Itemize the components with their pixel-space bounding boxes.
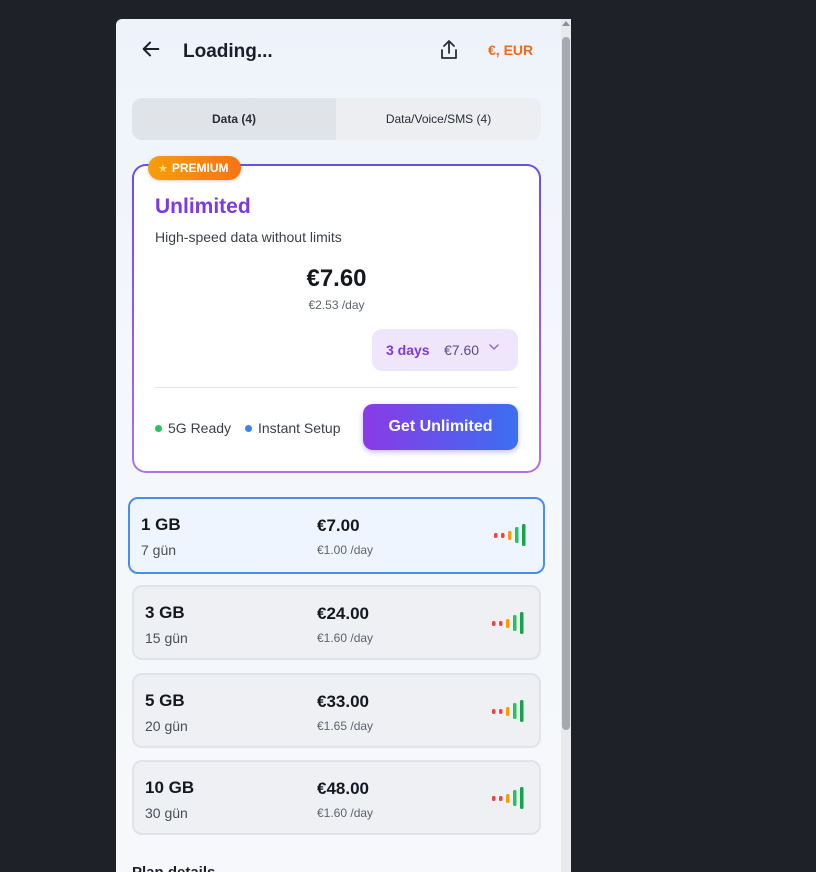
plan-type-tabs: Data (4) Data/Voice/SMS (4) — [132, 98, 541, 140]
plan-row[interactable]: 1 GB 7 gün €7.00 €1.00 /day — [128, 497, 545, 574]
green-dot-icon — [155, 425, 162, 432]
plan-per-day: €1.65 /day — [317, 719, 374, 733]
plan-duration: 7 gün — [141, 542, 177, 558]
plan-details-heading: Plan details — [132, 864, 215, 872]
feature-instant-setup: Instant Setup — [245, 420, 341, 436]
get-unlimited-button[interactable]: Get Unlimited — [363, 404, 518, 450]
tab-data-voice-sms[interactable]: Data/Voice/SMS (4) — [336, 98, 541, 140]
plan-row[interactable]: 5 GB 20 gün €33.00 €1.65 /day — [132, 673, 541, 748]
plan-row[interactable]: 10 GB 30 gün €48.00 €1.60 /day — [132, 760, 541, 835]
plan-row[interactable]: 3 GB 15 gün €24.00 €1.60 /day — [132, 585, 541, 660]
page-title: Loading... — [183, 41, 273, 62]
premium-per-day: €2.53 /day — [308, 298, 365, 312]
signal-strength-icon — [494, 524, 526, 546]
plan-price: €24.00 — [317, 604, 369, 623]
premium-plan-name: Unlimited — [155, 195, 251, 218]
duration-select[interactable]: 3 days €7.60 — [372, 329, 518, 371]
chevron-down-icon — [489, 344, 499, 351]
plan-size: 3 GB — [145, 603, 185, 622]
plan-size: 1 GB — [141, 515, 181, 534]
feature-5g: 5G Ready — [155, 420, 231, 436]
arrow-left-icon[interactable] — [140, 38, 162, 60]
signal-strength-icon — [492, 700, 524, 722]
star-icon: ★ — [158, 163, 168, 175]
scrollbar-thumb[interactable] — [562, 37, 570, 730]
blue-dot-icon — [245, 425, 252, 432]
premium-price: €7.60 — [306, 265, 367, 292]
plan-price: €7.00 — [317, 516, 360, 535]
plan-duration: 30 gün — [145, 805, 188, 821]
plan-per-day: €1.00 /day — [317, 543, 374, 557]
duration-days: 3 days — [386, 342, 430, 358]
plan-duration: 15 gün — [145, 630, 188, 646]
scroll-up-icon[interactable] — [562, 21, 570, 26]
signal-strength-icon — [492, 787, 524, 809]
plan-size: 5 GB — [145, 691, 185, 710]
plan-size: 10 GB — [145, 778, 195, 797]
currency-selector[interactable]: €, EUR — [488, 42, 533, 58]
plan-price: €33.00 — [317, 692, 369, 711]
duration-amount: €7.60 — [444, 342, 480, 358]
plan-price: €48.00 — [317, 779, 369, 798]
plan-duration: 20 gün — [145, 718, 188, 734]
tab-data[interactable]: Data (4) — [132, 98, 336, 140]
share-icon[interactable] — [437, 38, 461, 62]
plan-per-day: €1.60 /day — [317, 631, 374, 645]
premium-badge: ★ PREMIUM — [148, 156, 241, 180]
premium-plan-description: High-speed data without limits — [155, 229, 342, 245]
signal-strength-icon — [492, 612, 524, 634]
plan-per-day: €1.60 /day — [317, 806, 374, 820]
plans-panel: Loading... €, EUR Data (4) Data/Voice/SM… — [116, 19, 571, 872]
header: Loading... €, EUR — [116, 19, 561, 83]
divider — [155, 387, 518, 388]
